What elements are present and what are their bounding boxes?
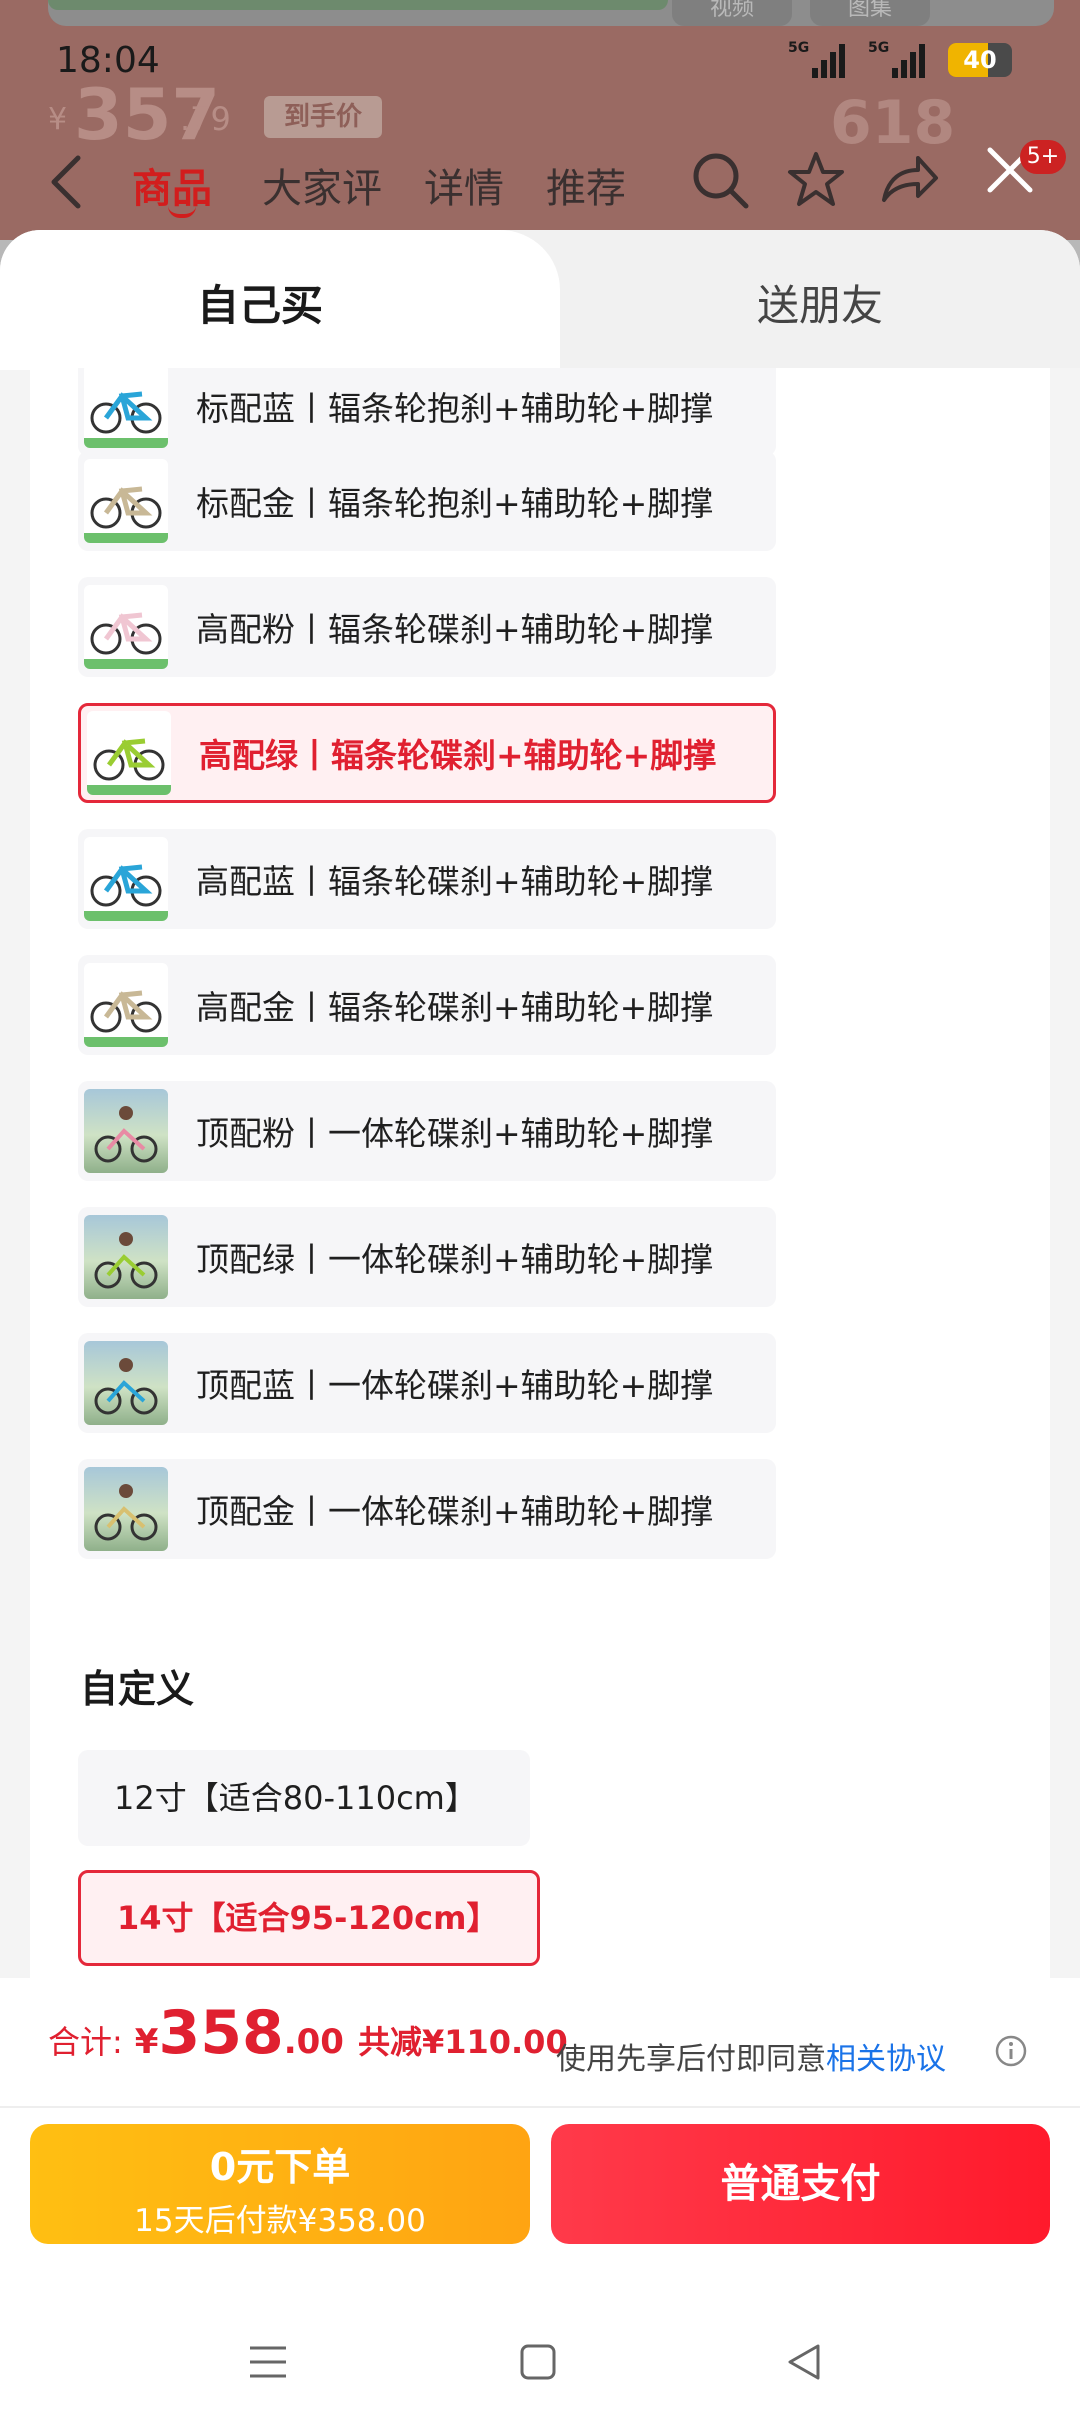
background-price-badge: 到手价 — [264, 96, 382, 138]
product-thumbnail — [84, 459, 168, 543]
product-thumbnail — [84, 963, 168, 1047]
agreement-text: 使用先享后付即同意相关协议 — [556, 2034, 946, 2078]
option-label: 高配蓝丨辐条轮碟刹+辅助轮+脚撑 — [196, 862, 714, 901]
total-currency: ¥ — [134, 2022, 159, 2062]
menu-icon[interactable] — [248, 2342, 288, 2382]
total-label: 合计: — [48, 2023, 123, 2061]
total-amount: 358 — [158, 1998, 284, 2068]
divider — [0, 2106, 1080, 2108]
background-video-pill: 视频 — [672, 0, 792, 26]
battery-icon: 40 — [948, 43, 1012, 77]
nav-tab-recommend: 推荐 — [546, 166, 626, 212]
home-icon[interactable] — [518, 2342, 558, 2382]
option-item[interactable]: 高配蓝丨辐条轮碟刹+辅助轮+脚撑 — [78, 829, 776, 929]
option-item[interactable]: 标配蓝丨辐条轮抱刹+辅助轮+脚撑 — [78, 368, 776, 456]
product-photo-thumbnail — [84, 1341, 168, 1425]
option-item[interactable]: 顶配蓝丨一体轮碟刹+辅助轮+脚撑 — [78, 1333, 776, 1433]
star-icon — [788, 152, 844, 206]
option-label: 顶配蓝丨一体轮碟刹+辅助轮+脚撑 — [196, 1366, 714, 1405]
option-item[interactable]: 顶配金丨一体轮碟刹+辅助轮+脚撑 — [78, 1459, 776, 1559]
purchase-type-tabs: 自己买 送朋友 — [0, 230, 1080, 370]
bnpl-title: 0元下单 — [209, 2145, 351, 2189]
product-thumbnail — [87, 711, 171, 795]
option-item-selected[interactable]: 高配绿丨辐条轮碟刹+辅助轮+脚撑 — [78, 703, 776, 803]
share-icon — [882, 156, 938, 202]
back-nav-icon[interactable] — [784, 2342, 824, 2382]
product-thumbnail — [84, 837, 168, 921]
buy-now-pay-later-button[interactable]: 0元下单 15天后付款¥358.00 — [30, 2124, 530, 2244]
tab-send-to-friend[interactable]: 送朋友 — [700, 272, 940, 333]
total-saving: 共减¥110.00 — [357, 2023, 568, 2061]
notification-badge: 5+ — [1020, 140, 1066, 174]
product-thumbnail — [84, 368, 168, 448]
product-photo-thumbnail — [84, 1089, 168, 1173]
option-label: 标配金丨辐条轮抱刹+辅助轮+脚撑 — [196, 484, 714, 523]
option-label: 顶配金丨一体轮碟刹+辅助轮+脚撑 — [196, 1492, 714, 1531]
size-option[interactable]: 12寸【适合80-110cm】 — [78, 1750, 530, 1846]
tab-buy-for-self-label: 自己买 — [196, 281, 323, 330]
option-label: 顶配绿丨一体轮碟刹+辅助轮+脚撑 — [196, 1240, 714, 1279]
purchase-sheet: 自己买 送朋友 标配蓝丨辐条轮抱刹+辅助轮+脚撑 标配金丨辐条轮抱刹+辅助轮+脚… — [0, 230, 1080, 2412]
background-price-decimal: .79 — [180, 100, 231, 138]
nav-tab-details: 详情 — [424, 166, 504, 212]
size-option-selected[interactable]: 14寸【适合95-120cm】 — [78, 1870, 540, 1966]
status-time: 18:04 — [56, 40, 160, 81]
option-item[interactable]: 顶配粉丨一体轮碟刹+辅助轮+脚撑 — [78, 1081, 776, 1181]
normal-pay-button[interactable]: 普通支付 — [551, 2124, 1050, 2244]
info-icon[interactable] — [994, 2034, 1028, 2068]
option-item[interactable]: 顶配绿丨一体轮碟刹+辅助轮+脚撑 — [78, 1207, 776, 1307]
custom-section-title: 自定义 — [80, 1667, 195, 1711]
agreement-prefix: 使用先享后付即同意 — [556, 2042, 826, 2077]
option-label: 高配粉丨辐条轮碟刹+辅助轮+脚撑 — [196, 610, 714, 649]
total-price: 合计: ¥ 358 .00 共减¥110.00 — [48, 1998, 568, 2078]
background-price-symbol: ¥ — [48, 102, 68, 137]
nav-tab-indicator — [168, 206, 196, 218]
system-navigation-bar — [0, 2300, 1080, 2412]
signal-icon: 5G — [868, 40, 938, 78]
background-nav-bar: 商品 大家评 详情 推荐 — [0, 140, 1080, 230]
option-label: 顶配粉丨一体轮碟刹+辅助轮+脚撑 — [196, 1114, 714, 1153]
option-item[interactable]: 高配金丨辐条轮碟刹+辅助轮+脚撑 — [78, 955, 776, 1055]
status-icons: 5G 5G 40 — [788, 40, 1012, 80]
product-photo-thumbnail — [84, 1215, 168, 1299]
options-list: 标配蓝丨辐条轮抱刹+辅助轮+脚撑 标配金丨辐条轮抱刹+辅助轮+脚撑 高配粉丨辐条… — [30, 368, 1050, 2208]
background-gallery-pill: 图集 — [810, 0, 930, 26]
option-label: 高配绿丨辐条轮碟刹+辅助轮+脚撑 — [199, 736, 717, 775]
option-label: 高配金丨辐条轮碟刹+辅助轮+脚撑 — [196, 988, 714, 1027]
option-item[interactable]: 高配粉丨辐条轮碟刹+辅助轮+脚撑 — [78, 577, 776, 677]
product-thumbnail — [84, 585, 168, 669]
signal-icon: 5G — [788, 40, 858, 78]
bnpl-subtitle: 15天后付款¥358.00 — [134, 2203, 426, 2239]
back-icon — [51, 155, 81, 209]
search-icon — [693, 153, 749, 209]
option-item[interactable]: 标配金丨辐条轮抱刹+辅助轮+脚撑 — [78, 451, 776, 551]
product-photo-thumbnail — [84, 1467, 168, 1551]
total-decimal: .00 — [283, 2022, 344, 2062]
tab-buy-for-self[interactable]: 自己买 — [0, 230, 560, 370]
agreement-link[interactable]: 相关协议 — [826, 2042, 946, 2077]
option-label: 标配蓝丨辐条轮抱刹+辅助轮+脚撑 — [196, 389, 714, 428]
nav-tab-reviews: 大家评 — [262, 166, 382, 212]
